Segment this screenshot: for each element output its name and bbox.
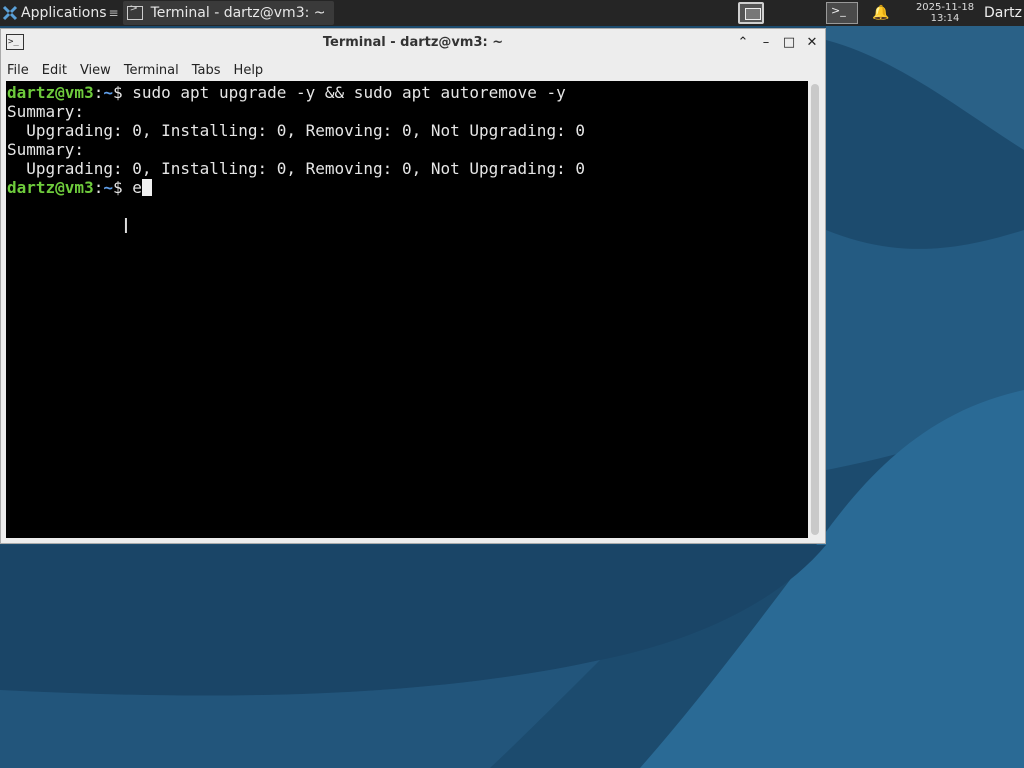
mouse-ibeam-cursor-icon: I (123, 214, 129, 238)
prompt-user: dartz@vm3 (7, 178, 94, 197)
applications-caret: ≡ (108, 6, 119, 20)
command-text: sudo apt upgrade -y && sudo apt autoremo… (132, 83, 566, 102)
prompt-symbol: $ (112, 178, 133, 197)
menu-tabs[interactable]: Tabs (192, 63, 221, 78)
output-line: Upgrading: 0, Installing: 0, Removing: 0… (7, 121, 585, 140)
prompt-path: ~ (103, 83, 113, 102)
menu-file[interactable]: File (7, 63, 29, 78)
menu-view[interactable]: View (80, 63, 111, 78)
output-line: Summary: (7, 140, 85, 159)
applications-label: Applications (21, 5, 107, 21)
menu-edit[interactable]: Edit (42, 63, 67, 78)
terminal-icon (126, 3, 143, 20)
window-titlebar[interactable]: >_ Terminal - dartz@vm3: ~ ⌃ – □ ✕ (1, 29, 825, 57)
workspace-switcher[interactable] (738, 2, 764, 24)
menu-help[interactable]: Help (234, 63, 264, 78)
terminal-tray-icon[interactable] (826, 2, 858, 24)
clock[interactable]: 2025-11-18 13:14 (910, 2, 980, 24)
taskbar-terminal-button[interactable]: Terminal - dartz@vm3: ~ (122, 1, 334, 25)
output-line: Upgrading: 0, Installing: 0, Removing: 0… (7, 159, 585, 178)
output-line: Summary: (7, 102, 85, 121)
prompt-path: ~ (103, 178, 113, 197)
top-panel: Applications ≡ Terminal - dartz@vm3: ~ 🔔… (0, 0, 1024, 26)
user-menu[interactable]: Dartz (984, 5, 1024, 21)
menu-terminal[interactable]: Terminal (124, 63, 179, 78)
applications-menu-icon (2, 5, 18, 21)
notification-bell-icon[interactable]: 🔔 (872, 0, 889, 26)
workspace-switcher-icon (738, 2, 764, 24)
clock-date: 2025-11-18 (915, 2, 975, 13)
maximize-button[interactable]: □ (781, 35, 797, 51)
text-cursor (141, 179, 152, 196)
prompt-user: dartz@vm3 (7, 83, 94, 102)
menu-bar: File Edit View Terminal Tabs Help (1, 57, 825, 83)
clock-time: 13:14 (930, 13, 960, 24)
input-line: dartz@vm3:~$ e (6, 178, 808, 197)
close-button[interactable]: ✕ (804, 35, 820, 51)
prompt-symbol: $ (112, 83, 133, 102)
terminal-screen[interactable]: dartz@vm3:~$ sudo apt upgrade -y && sudo… (6, 81, 808, 538)
applications-menu[interactable]: Applications ≡ (0, 0, 121, 26)
window-title: Terminal - dartz@vm3: ~ (322, 35, 504, 50)
terminal-window: >_ Terminal - dartz@vm3: ~ ⌃ – □ ✕ File … (0, 28, 826, 544)
prompt-separator: : (93, 178, 104, 197)
taskbar-terminal-label: Terminal - dartz@vm3: ~ (150, 5, 326, 21)
command-line: dartz@vm3:~$ sudo apt upgrade -y && sudo… (6, 83, 808, 102)
terminal-scrollbar[interactable] (811, 84, 819, 535)
prompt-separator: : (93, 83, 104, 102)
minimize-button[interactable]: – (758, 35, 774, 51)
roll-up-button[interactable]: ⌃ (735, 35, 751, 51)
current-input: e (132, 178, 142, 197)
